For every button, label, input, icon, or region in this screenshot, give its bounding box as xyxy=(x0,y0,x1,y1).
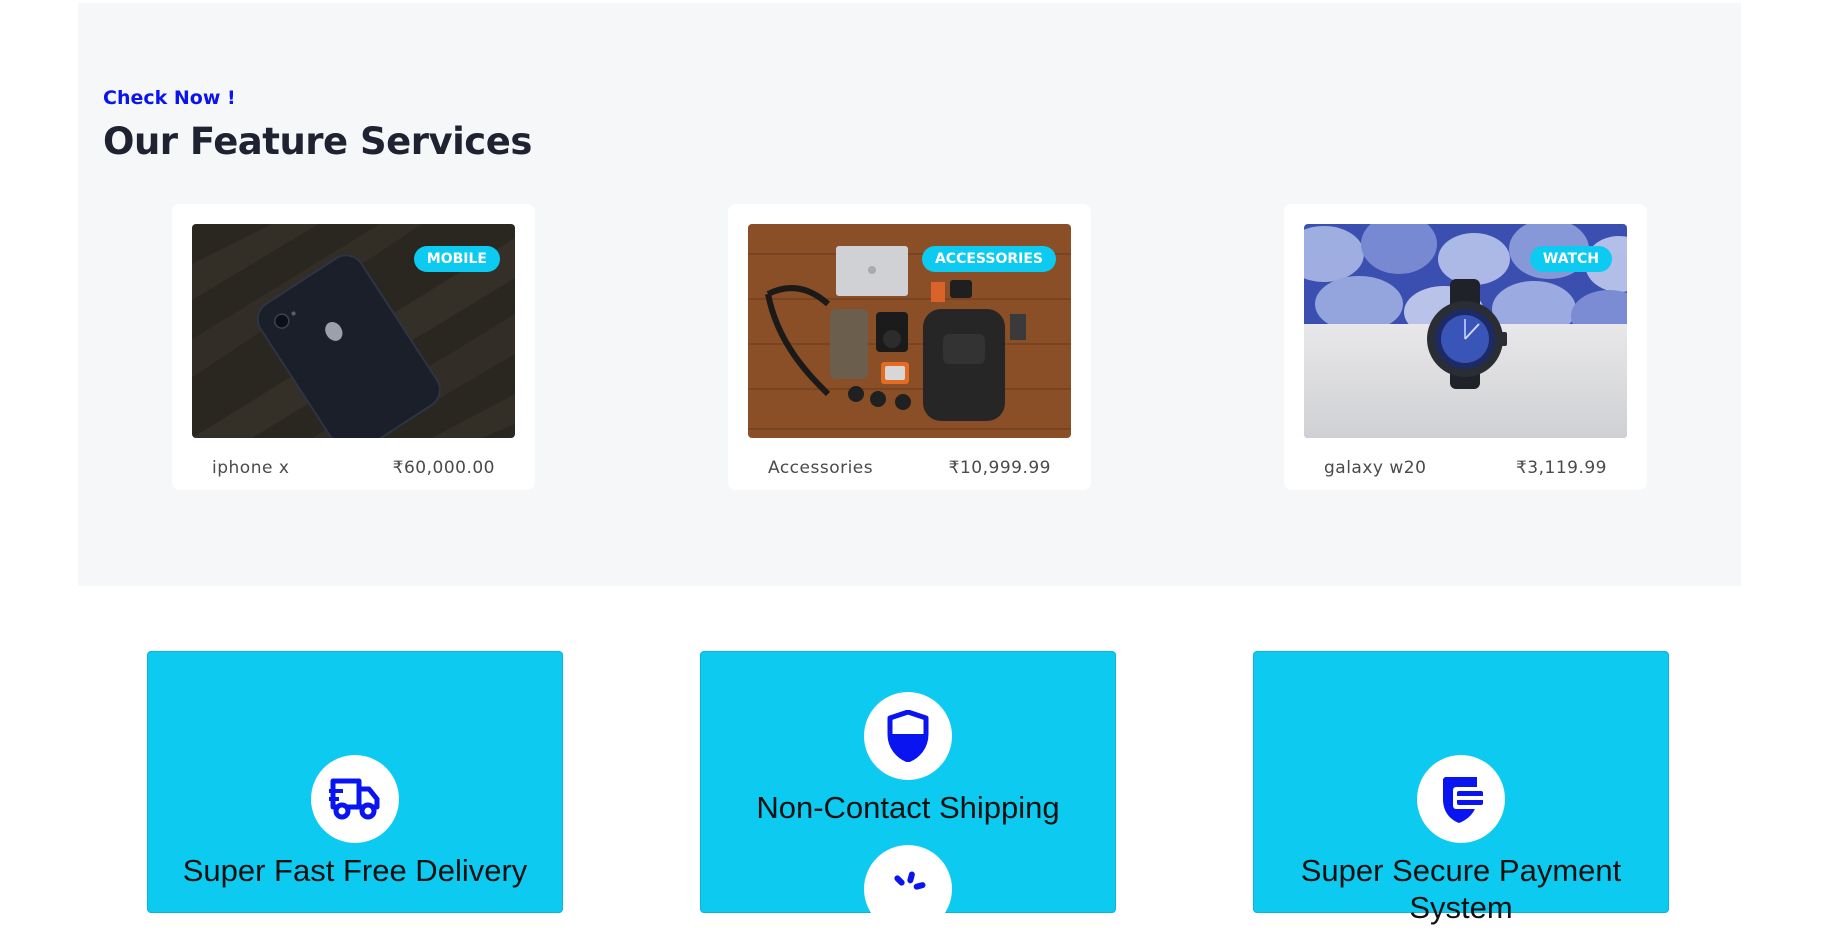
secure-payment-icon xyxy=(1443,777,1485,823)
tag-badge: Mobile xyxy=(413,246,500,272)
spinner-icon xyxy=(894,871,926,890)
service-icon-circle xyxy=(864,692,952,780)
product-image[interactable]: Accessories xyxy=(748,224,1071,438)
feature-services-section: Check Now ! Our Feature Services MOBILE … xyxy=(78,3,1741,586)
product-image[interactable]: Watch xyxy=(1304,224,1627,438)
product-card-accessories[interactable]: Accessories Accessories ₹10,999.99 xyxy=(728,204,1091,490)
product-price: ₹3,119.99 xyxy=(1515,458,1607,478)
service-label: Super Fast Free Delivery xyxy=(182,853,528,888)
service-label: Super Secure Payment System xyxy=(1300,853,1622,925)
section-eyebrow: Check Now ! xyxy=(103,87,236,109)
service-icon-circle xyxy=(311,755,399,843)
service-card-non-contact: Non-Contact Shipping xyxy=(700,651,1116,933)
service-icon-circle xyxy=(1417,755,1505,843)
product-name[interactable]: iphone x xyxy=(212,458,289,478)
product-name[interactable]: galaxy w20 xyxy=(1324,458,1426,478)
shield-icon xyxy=(887,710,929,762)
section-title: Our Feature Services xyxy=(103,120,532,163)
product-image[interactable]: Mobile xyxy=(192,224,515,438)
tag-badge: Watch xyxy=(1529,246,1612,272)
product-card-iphone[interactable]: Mobile iphone x ₹60,000.00 xyxy=(172,204,535,490)
service-card-secure-payment: Super Secure Payment System xyxy=(1253,651,1669,925)
truck-icon xyxy=(329,778,380,820)
product-price: ₹60,000.00 xyxy=(392,458,495,478)
product-card-watch[interactable]: Watch galaxy w20 ₹3,119.99 xyxy=(1284,204,1647,490)
service-icon-circle xyxy=(864,845,952,933)
tag-badge: Accessories xyxy=(921,246,1056,272)
service-card-fast-delivery: Super Fast Free Delivery xyxy=(147,651,563,913)
service-label: Non-Contact Shipping xyxy=(756,790,1060,825)
product-price: ₹10,999.99 xyxy=(948,458,1051,478)
product-name[interactable]: Accessories xyxy=(768,458,873,478)
